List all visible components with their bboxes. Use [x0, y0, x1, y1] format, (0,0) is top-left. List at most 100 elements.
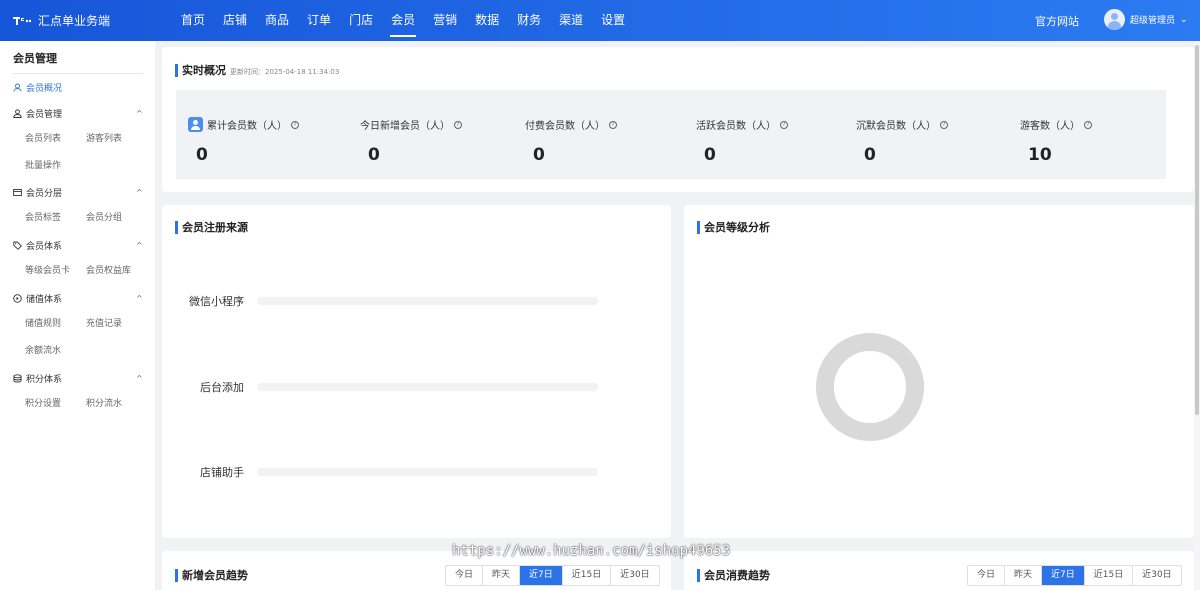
new-member-range-tabs: 今日 昨天 近7日 近15日 近30日 — [445, 565, 660, 586]
sidebar-group-label: 会员分层 — [26, 189, 63, 199]
nav-item[interactable]: 商品 — [256, 0, 298, 41]
range-tab[interactable]: 今日 — [968, 566, 1004, 585]
source-bar — [257, 468, 598, 476]
nav-item[interactable]: 设置 — [592, 0, 634, 41]
official-site-link[interactable]: 官方网站 — [1035, 13, 1079, 29]
stat-label: 沉默会员数（人） — [856, 121, 936, 132]
stat-label-row: 今日新增会员（人）? — [360, 117, 462, 132]
nav-item[interactable]: 店铺 — [214, 0, 256, 41]
top-bar: 汇点单业务端 首页 店铺 商品 订单 门店 会员 营销 数据 财务 渠道 设置 官方网站 超级管理员… — [0, 0, 1200, 41]
sidebar-item[interactable]: 会员标签 — [25, 210, 61, 223]
title-accent — [697, 568, 700, 582]
range-tab[interactable]: 近30日 — [610, 566, 658, 585]
sidebar: 会员管理 会员概况 会员管理 ^ 会员列表 游客列表批量操作会员分层 ^ 会员标签 会员分组… — [0, 41, 155, 590]
level-donut-chart — [816, 333, 924, 441]
sidebar-item-overview[interactable]: 会员概况 — [13, 81, 62, 94]
stat-label-row: 付费会员数（人）? — [525, 117, 617, 132]
chevron-up-icon[interactable]: ^ — [136, 374, 143, 383]
range-tab[interactable]: 今日 — [446, 566, 482, 585]
sidebar-item[interactable]: 会员权益库 — [86, 263, 131, 276]
card-title: 实时概况 — [182, 64, 226, 77]
sidebar-group-4[interactable]: 储值体系 — [13, 292, 62, 305]
level-analysis-card: 会员等级分析 — [684, 205, 1194, 538]
title-accent — [697, 220, 700, 234]
source-bar — [257, 297, 598, 305]
stat-value: 0 — [704, 145, 716, 165]
card-header: 新增会员趋势 — [175, 567, 248, 583]
card-header: 实时概况 更新时间：2025-04-18 11:34:03 — [175, 62, 339, 78]
question-icon[interactable]: ? — [609, 120, 617, 129]
user-name: 超级管理员 — [1130, 16, 1176, 26]
coins-icon — [13, 374, 22, 383]
main-nav: 首页 店铺 商品 订单 门店 会员 营销 数据 财务 渠道 设置 — [172, 0, 634, 41]
app-name: 汇点单业务端 — [38, 14, 111, 28]
question-icon[interactable]: ? — [291, 120, 299, 129]
stat-label: 付费会员数（人） — [525, 121, 605, 132]
sidebar-item[interactable]: 积分设置 — [25, 396, 61, 409]
member-icon — [188, 117, 203, 132]
range-tab[interactable]: 昨天 — [1004, 566, 1041, 585]
chevron-up-icon[interactable]: ^ — [136, 241, 143, 250]
nav-item[interactable]: 数据 — [466, 0, 508, 41]
scrollbar-thumb[interactable] — [1195, 45, 1199, 415]
chevron-up-icon[interactable]: ^ — [136, 109, 143, 118]
chevron-up-icon[interactable]: ^ — [136, 294, 143, 303]
sidebar-group-2[interactable]: 会员分层 — [13, 186, 62, 199]
nav-item[interactable]: 营销 — [424, 0, 466, 41]
nav-item[interactable]: 首页 — [172, 0, 214, 41]
nav-item[interactable]: 会员 — [382, 0, 424, 41]
card-title: 新增会员趋势 — [182, 569, 248, 582]
app-logo[interactable]: 汇点单业务端 — [12, 12, 110, 29]
range-tab[interactable]: 近7日 — [1041, 566, 1084, 585]
stat-label-row: 游客数（人）? — [1020, 117, 1092, 132]
range-tab[interactable]: 近15日 — [1083, 566, 1132, 585]
chevron-up-icon[interactable]: ^ — [136, 188, 143, 197]
sidebar-group-1[interactable]: 会员管理 — [13, 107, 62, 120]
sidebar-item[interactable]: 会员列表 — [25, 131, 61, 144]
sidebar-item[interactable]: 等级会员卡 — [25, 263, 70, 276]
stat-label-row: 累计会员数（人）? — [188, 117, 299, 132]
nav-item[interactable]: 渠道 — [550, 0, 592, 41]
range-tab[interactable]: 近15日 — [561, 566, 610, 585]
layers-icon — [13, 188, 22, 197]
question-icon[interactable]: ? — [780, 120, 788, 129]
sidebar-item[interactable]: 余额流水 — [25, 343, 61, 356]
user-menu[interactable]: 超级管理员 ⌄ — [1104, 9, 1188, 30]
question-icon[interactable]: ? — [940, 120, 948, 129]
stat-label-row: 沉默会员数（人）? — [856, 117, 948, 132]
sidebar-item[interactable]: 游客列表 — [86, 131, 122, 144]
stat-value: 10 — [1028, 145, 1052, 165]
sidebar-group-label: 会员体系 — [26, 242, 63, 252]
sidebar-item[interactable]: 批量操作 — [25, 158, 61, 171]
sidebar-group-label: 会员管理 — [26, 110, 63, 120]
sidebar-item[interactable]: 积分流水 — [86, 396, 122, 409]
card-title: 会员等级分析 — [704, 221, 770, 234]
range-tab[interactable]: 昨天 — [482, 566, 519, 585]
title-accent — [175, 63, 178, 77]
stats-panel: 累计会员数（人）? 0 今日新增会员（人）? 0 付费会员数（人）? 0 活跃会员数（人）?… — [176, 90, 1166, 179]
question-icon[interactable]: ? — [454, 120, 462, 129]
source-label: 店铺助手 — [200, 466, 244, 479]
sidebar-group-label: 积分体系 — [26, 375, 63, 385]
question-icon[interactable]: ? — [1084, 120, 1092, 129]
tag-icon — [13, 241, 22, 250]
nav-item[interactable]: 财务 — [508, 0, 550, 41]
nav-item[interactable]: 门店 — [340, 0, 382, 41]
range-tab[interactable]: 近30日 — [1132, 566, 1180, 585]
stat-label: 游客数（人） — [1020, 121, 1080, 132]
title-accent — [175, 220, 178, 234]
donut-ring — [816, 333, 924, 441]
stat-value: 0 — [864, 145, 876, 165]
sidebar-group-3[interactable]: 会员体系 — [13, 239, 62, 252]
source-label: 微信小程序 — [189, 295, 244, 308]
sidebar-item[interactable]: 充值记录 — [86, 316, 122, 329]
title-accent — [175, 568, 178, 582]
sidebar-group-5[interactable]: 积分体系 — [13, 372, 62, 385]
sidebar-title: 会员管理 — [13, 52, 57, 65]
nav-item[interactable]: 订单 — [298, 0, 340, 41]
stat-label: 累计会员数（人） — [207, 121, 287, 132]
consumption-range-tabs: 今日 昨天 近7日 近15日 近30日 — [967, 565, 1182, 586]
range-tab[interactable]: 近7日 — [519, 566, 562, 585]
sidebar-item[interactable]: 储值规则 — [25, 316, 61, 329]
sidebar-item[interactable]: 会员分组 — [86, 210, 122, 223]
